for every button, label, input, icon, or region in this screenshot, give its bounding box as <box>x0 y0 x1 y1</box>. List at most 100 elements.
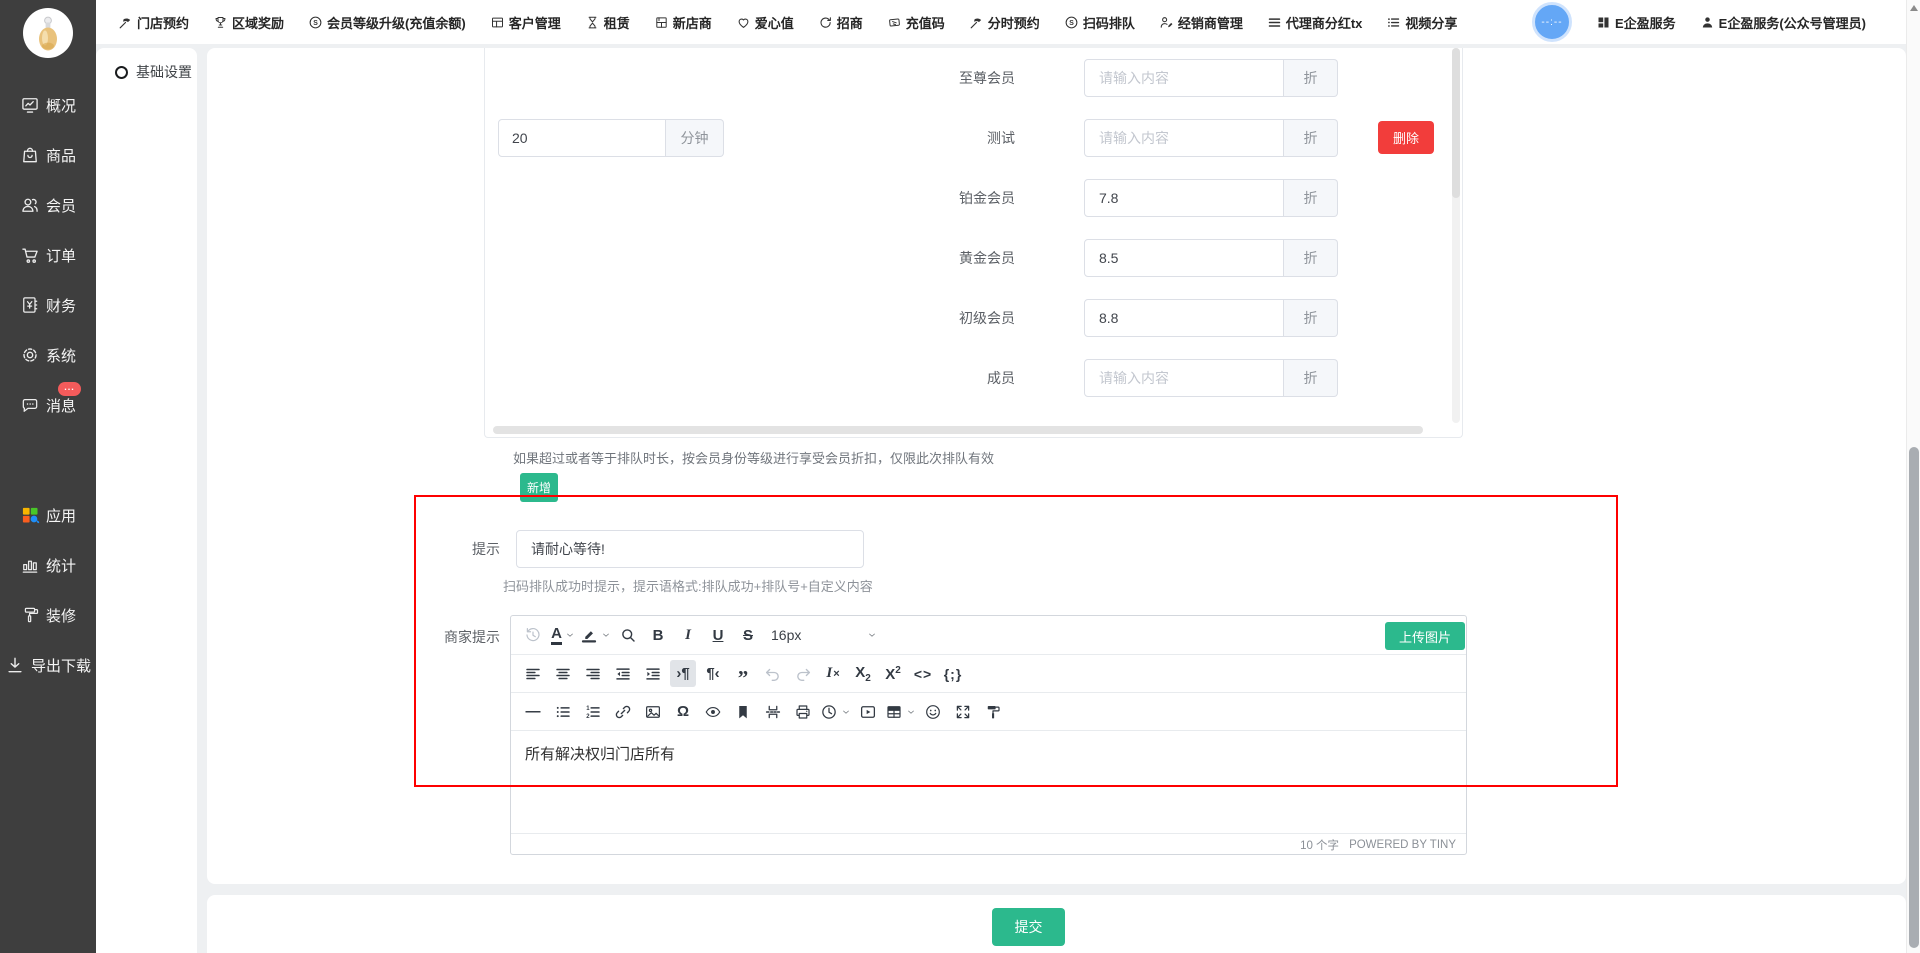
tb-remove-format-button[interactable]: I× <box>820 660 846 687</box>
topnav-item-分时预约[interactable]: 分时预约 <box>969 13 1040 32</box>
discount-input[interactable] <box>1084 359 1284 397</box>
tb-link-button[interactable] <box>610 698 636 725</box>
discount-input[interactable] <box>1084 119 1284 157</box>
tb-redo-button[interactable] <box>790 660 816 687</box>
tb-italic-button[interactable]: I <box>675 622 701 649</box>
tb-format-painter-button[interactable] <box>980 698 1006 725</box>
tb-underline-button[interactable]: U <box>705 622 731 649</box>
tb-blockquote-button[interactable]: ” <box>730 660 756 687</box>
tb-ltr-button[interactable]: ›¶ <box>670 660 696 687</box>
tb-preview-button[interactable] <box>700 698 726 725</box>
tb-pagebreak-button[interactable] <box>760 698 786 725</box>
sidebar-item-label: 订单 <box>46 245 76 266</box>
topnav-item-新店商[interactable]: 新店商 <box>654 13 712 32</box>
brand-logo[interactable] <box>23 8 73 58</box>
svg-text:S: S <box>313 20 318 27</box>
chevron-down-icon <box>565 630 575 640</box>
sidebar-item-系统[interactable]: 系统 <box>0 330 96 380</box>
timer-widget[interactable]: --:-- <box>1532 2 1572 42</box>
tb-code-button[interactable]: <> <box>910 660 936 687</box>
discount-input[interactable] <box>1084 239 1284 277</box>
sidebar-item-订单[interactable]: 订单 <box>0 230 96 280</box>
tb-table-button[interactable] <box>885 698 916 725</box>
tip-hint-text: 扫码排队成功时提示，提示语格式:排队成功+排队号+自定义内容 <box>503 576 873 595</box>
panel-horizontal-scrollbar-thumb[interactable] <box>493 426 1423 434</box>
sidebar-item-概况[interactable]: 概况 <box>0 80 96 130</box>
submit-button[interactable]: 提交 <box>992 908 1065 946</box>
topnav-item-扫码排队[interactable]: S扫码排队 <box>1064 13 1135 32</box>
topnav-item-招商[interactable]: 招商 <box>818 13 863 32</box>
tb-undo-button[interactable] <box>760 660 786 687</box>
editor-toolbar-row2: ›¶¶‹”I×X2X2<>{;} <box>511 655 1466 693</box>
discount-input[interactable] <box>1084 299 1284 337</box>
topnav-item-经销商管理[interactable]: 经销商管理 <box>1159 13 1243 32</box>
editor-content-area[interactable]: 所有解决权归门店所有 <box>511 731 1466 833</box>
delete-button[interactable]: 删除 <box>1378 121 1434 154</box>
sidebar-item-消息[interactable]: 消息... <box>0 380 96 430</box>
account-item[interactable]: E企盈服务 <box>1596 13 1676 32</box>
scrollbar-thumb[interactable] <box>1909 447 1919 948</box>
tb-strikethrough-button[interactable]: S <box>735 622 761 649</box>
scrollbar-up-arrow-icon[interactable] <box>1910 5 1918 11</box>
tb-fullscreen-button[interactable] <box>950 698 976 725</box>
tb-bold-button[interactable]: B <box>645 622 671 649</box>
powered-by-tiny: POWERED BY TINY <box>1349 839 1456 851</box>
sidebar-item-装修[interactable]: 装修 <box>0 590 96 640</box>
sidebar-item-商品[interactable]: 商品 <box>0 130 96 180</box>
sidebar-item-导出下载[interactable]: 导出下载 <box>0 640 96 690</box>
sidebar-item-basic-settings[interactable]: 基础设置 <box>96 48 197 82</box>
tb-align-center-button[interactable] <box>550 660 576 687</box>
topnav-item-门店预约[interactable]: 门店预约 <box>118 13 189 32</box>
tb-emoticons-button[interactable] <box>920 698 946 725</box>
tb-numlist-button[interactable]: 12 <box>580 698 606 725</box>
topnav-item-租赁[interactable]: 租赁 <box>585 13 630 32</box>
tb-align-left-button[interactable] <box>520 660 546 687</box>
sidebar-item-统计[interactable]: 统计 <box>0 540 96 590</box>
discount-input[interactable] <box>1084 59 1284 97</box>
topnav-item-label: 分时预约 <box>988 13 1040 32</box>
panel-vertical-scrollbar-thumb[interactable] <box>1452 48 1460 198</box>
topnav-right: --:-- E企盈服务 E企盈服务(公众号管理员) <box>1532 2 1906 42</box>
tb-superscript-button[interactable]: X2 <box>880 660 906 687</box>
apps-color-icon <box>20 505 40 525</box>
tb-restore-button[interactable] <box>520 622 546 649</box>
download-icon <box>5 655 25 675</box>
topnav-item-客户管理[interactable]: 客户管理 <box>490 13 561 32</box>
tb-print-button[interactable] <box>790 698 816 725</box>
topnav-item-代理商分红tx[interactable]: 代理商分红tx <box>1267 13 1363 32</box>
tb-code-sample-button[interactable]: {;} <box>940 660 966 687</box>
tb-rtl-button[interactable]: ¶‹ <box>700 660 726 687</box>
topnav-item-视频分享[interactable]: 视频分享 <box>1386 13 1457 32</box>
topnav-item-充值码[interactable]: 充值码 <box>887 13 945 32</box>
sidebar-item-应用[interactable]: 应用 <box>0 490 96 540</box>
account-item[interactable]: E企盈服务(公众号管理员) <box>1700 13 1866 32</box>
tb-backcolor-button[interactable] <box>580 622 611 649</box>
tb-search-button[interactable] <box>615 622 641 649</box>
tb-forecolor-button[interactable]: A <box>550 622 576 649</box>
topnav-item-区域奖励[interactable]: 区域奖励 <box>213 13 284 32</box>
tb-fontsize-select[interactable]: 16px <box>765 622 883 649</box>
tb-charmap-button[interactable]: Ω <box>670 698 696 725</box>
topnav-item-会员等级升级(充值余额)[interactable]: S会员等级升级(充值余额) <box>308 13 466 32</box>
upload-image-button[interactable]: 上传图片 <box>1385 622 1465 650</box>
add-button[interactable]: 新增 <box>520 473 558 502</box>
tip-input[interactable] <box>516 530 864 568</box>
tb-media-button[interactable] <box>855 698 881 725</box>
tb-align-right-button[interactable] <box>580 660 606 687</box>
tb-indent-button[interactable] <box>640 660 666 687</box>
queue-duration-input[interactable] <box>498 119 666 157</box>
tb-subscript-button[interactable]: X2 <box>850 660 876 687</box>
footer-action-bar: 提交 <box>207 895 1906 953</box>
sidebar-item-会员[interactable]: 会员 <box>0 180 96 230</box>
tb-image-button[interactable] <box>640 698 666 725</box>
tb-outdent-button[interactable] <box>610 660 636 687</box>
discount-input[interactable] <box>1084 179 1284 217</box>
tb-insertdatetime-button[interactable] <box>820 698 851 725</box>
tb-bullist-button[interactable] <box>550 698 576 725</box>
sidebar-item-label: 统计 <box>46 555 76 576</box>
tb-hr-button[interactable]: — <box>520 698 546 725</box>
tb-anchor-button[interactable] <box>730 698 756 725</box>
sidebar-item-财务[interactable]: 财务 <box>0 280 96 330</box>
topnav-item-爱心值[interactable]: 爱心值 <box>736 13 794 32</box>
perfume-bottle-logo-icon <box>23 8 73 58</box>
